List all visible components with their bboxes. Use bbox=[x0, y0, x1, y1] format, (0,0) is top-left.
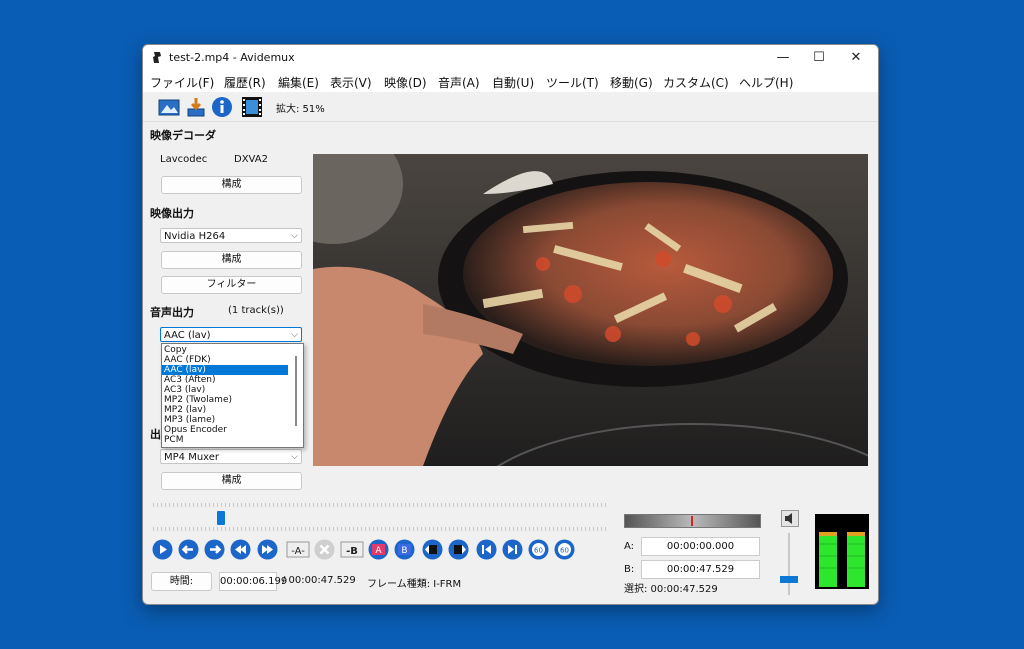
speaker-icon[interactable] bbox=[781, 510, 799, 527]
svg-text:-B: -B bbox=[346, 546, 358, 557]
video-output-heading: 映像出力 bbox=[150, 207, 194, 220]
audio-codec-select[interactable]: AAC (lav) ⌵ bbox=[160, 327, 302, 342]
previous-frame-icon[interactable] bbox=[178, 539, 199, 560]
output-format-heading: 出 bbox=[150, 428, 161, 441]
chevron-down-icon: ⌵ bbox=[291, 330, 298, 340]
menu-history[interactable]: 履歴(R) bbox=[224, 74, 266, 91]
audio-codec-value: AAC (lav) bbox=[164, 330, 211, 341]
dropdown-option[interactable]: Copy bbox=[162, 345, 288, 355]
window-title: test-2.mp4 - Avidemux bbox=[169, 51, 295, 64]
maximize-button[interactable]: ☐ bbox=[801, 45, 837, 71]
menu-tools[interactable]: ツール(T) bbox=[546, 74, 599, 91]
next-black-frame-icon[interactable] bbox=[448, 539, 469, 560]
audio-vu-meter bbox=[815, 514, 869, 589]
previous-black-frame-icon[interactable] bbox=[422, 539, 443, 560]
muxer-config-button[interactable]: 構成 bbox=[161, 472, 302, 490]
dropdown-option[interactable]: AAC (FDK) bbox=[162, 355, 288, 365]
dropdown-scrollbar[interactable] bbox=[295, 356, 297, 426]
close-button[interactable]: ✕ bbox=[838, 45, 874, 71]
volume-track bbox=[788, 533, 790, 595]
title-bar: test-2.mp4 - Avidemux — ☐ ✕ bbox=[143, 45, 878, 71]
menu-help[interactable]: ヘルプ(H) bbox=[739, 74, 793, 91]
jog-shuttle[interactable] bbox=[624, 514, 761, 528]
svg-text:60: 60 bbox=[534, 547, 543, 555]
first-frame-icon[interactable] bbox=[476, 539, 497, 560]
goto-marker-a-icon[interactable]: A bbox=[368, 539, 389, 560]
muxer-select[interactable]: MP4 Muxer ⌵ bbox=[160, 449, 302, 464]
play-icon[interactable] bbox=[152, 539, 173, 560]
decoder-hw: DXVA2 bbox=[234, 154, 268, 165]
menu-audio[interactable]: 音声(A) bbox=[438, 74, 480, 91]
dropdown-option[interactable]: Opus Encoder bbox=[162, 425, 288, 435]
svg-text:B: B bbox=[401, 546, 407, 556]
timeline-ticks-top bbox=[153, 503, 608, 507]
marker-b-time[interactable]: 00:00:47.529 bbox=[641, 560, 760, 579]
menu-auto[interactable]: 自動(U) bbox=[492, 74, 534, 91]
delete-icon[interactable] bbox=[314, 539, 335, 560]
jog-center-mark bbox=[691, 516, 693, 526]
set-marker-a-icon[interactable]: -A- bbox=[286, 539, 310, 560]
dropdown-option[interactable]: MP3 (lame) bbox=[162, 415, 288, 425]
decoder-name: Lavcodec bbox=[160, 154, 208, 165]
film-strip-icon[interactable] bbox=[241, 96, 263, 118]
video-preview bbox=[313, 154, 868, 466]
goto-marker-b-icon[interactable]: B bbox=[394, 539, 415, 560]
audio-track-count: (1 track(s)) bbox=[228, 305, 284, 316]
set-marker-b-icon[interactable]: -B bbox=[340, 539, 364, 560]
next-frame-icon[interactable] bbox=[204, 539, 225, 560]
audio-output-heading: 音声出力 bbox=[150, 306, 194, 319]
time-mode-button[interactable]: 時間: bbox=[151, 572, 212, 591]
marker-a-label: A: bbox=[624, 541, 635, 552]
menu-custom[interactable]: カスタム(C) bbox=[663, 74, 729, 91]
decoder-config-button[interactable]: 構成 bbox=[161, 176, 302, 194]
menu-bar: ファイル(F) 履歴(R) 編集(E) 表示(V) 映像(D) 音声(A) 自動… bbox=[143, 71, 878, 92]
video-codec-value: Nvidia H264 bbox=[164, 231, 226, 242]
muxer-value: MP4 Muxer bbox=[164, 452, 220, 463]
timeline-ticks-bottom bbox=[153, 527, 608, 531]
toolbar: 拡大: 51% bbox=[143, 93, 878, 122]
app-window: test-2.mp4 - Avidemux — ☐ ✕ ファイル(F) 履歴(R… bbox=[142, 44, 879, 605]
menu-go[interactable]: 移動(G) bbox=[610, 74, 653, 91]
forward-60-icon[interactable]: 60 bbox=[554, 539, 575, 560]
menu-edit[interactable]: 編集(E) bbox=[278, 74, 319, 91]
rewind-icon[interactable] bbox=[230, 539, 251, 560]
chevron-down-icon: ⌵ bbox=[291, 452, 298, 462]
avidemux-logo-icon bbox=[153, 52, 161, 63]
video-decoder-heading: 映像デコーダ bbox=[150, 129, 216, 142]
video-filter-button[interactable]: フィルター bbox=[161, 276, 302, 294]
menu-video[interactable]: 映像(D) bbox=[384, 74, 427, 91]
dropdown-option[interactable]: MP2 (lav) bbox=[162, 405, 288, 415]
selection-duration: 選択: 00:00:47.529 bbox=[624, 584, 718, 595]
dropdown-option[interactable]: AC3 (lav) bbox=[162, 385, 288, 395]
dropdown-option[interactable]: AC3 (Aften) bbox=[162, 375, 288, 385]
timeline-slider-thumb[interactable] bbox=[216, 511, 225, 525]
last-frame-icon[interactable] bbox=[502, 539, 523, 560]
dropdown-option-selected[interactable]: AAC (lav) bbox=[162, 365, 288, 375]
svg-text:60: 60 bbox=[560, 547, 569, 555]
dropdown-option[interactable]: PCM bbox=[162, 435, 288, 445]
total-time: / 00:00:47.529 bbox=[282, 575, 356, 586]
chevron-down-icon: ⌵ bbox=[291, 231, 298, 241]
minimize-button[interactable]: — bbox=[765, 45, 801, 71]
svg-text:-A-: -A- bbox=[291, 546, 305, 557]
svg-text:A: A bbox=[375, 546, 382, 556]
open-video-icon[interactable] bbox=[158, 96, 180, 118]
dropdown-option[interactable]: MP2 (Twolame) bbox=[162, 395, 288, 405]
video-config-button[interactable]: 構成 bbox=[161, 251, 302, 269]
back-60-icon[interactable]: 60 bbox=[528, 539, 549, 560]
menu-view[interactable]: 表示(V) bbox=[330, 74, 372, 91]
zoom-label: 拡大: 51% bbox=[276, 104, 325, 115]
audio-codec-dropdown: Copy AAC (FDK) AAC (lav) AC3 (Aften) AC3… bbox=[161, 343, 304, 448]
current-time-field[interactable]: 00:00:06.199 bbox=[219, 572, 287, 591]
save-video-icon[interactable] bbox=[185, 96, 207, 118]
menu-file[interactable]: ファイル(F) bbox=[150, 74, 214, 91]
frame-type: フレーム種類: I-FRM bbox=[367, 579, 462, 590]
marker-b-label: B: bbox=[624, 564, 635, 575]
volume-slider-thumb[interactable] bbox=[780, 576, 798, 584]
marker-a-time[interactable]: 00:00:00.000 bbox=[641, 537, 760, 556]
video-codec-select[interactable]: Nvidia H264 ⌵ bbox=[160, 228, 302, 243]
fast-forward-icon[interactable] bbox=[257, 539, 278, 560]
info-icon[interactable] bbox=[211, 96, 233, 118]
